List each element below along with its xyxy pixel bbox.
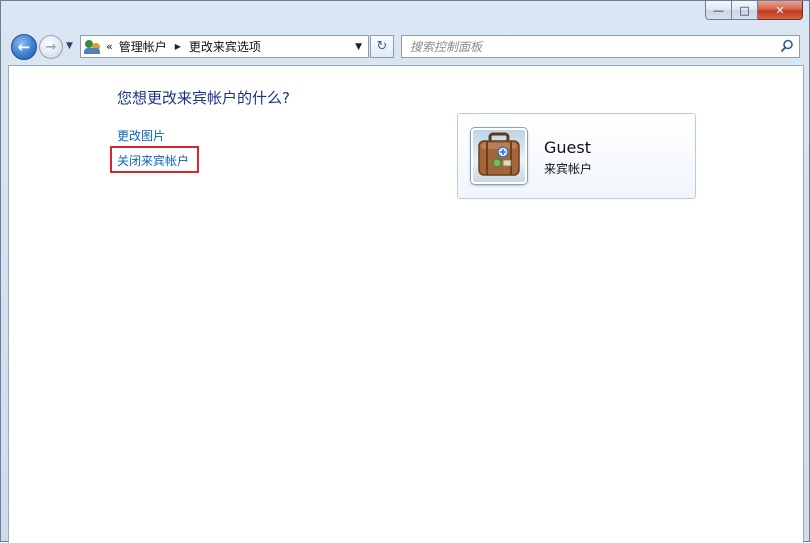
search-icon[interactable] bbox=[780, 39, 794, 53]
account-name: Guest bbox=[544, 138, 591, 157]
avatar bbox=[471, 128, 527, 184]
breadcrumb-separator-icon[interactable]: ▶ bbox=[175, 42, 181, 51]
change-picture-link[interactable]: 更改图片 bbox=[117, 127, 165, 144]
page-title: 您想更改来宾帐户的什么? bbox=[117, 89, 290, 107]
refresh-icon: ↻ bbox=[376, 39, 388, 54]
caption-buttons: — □ ✕ bbox=[705, 1, 803, 20]
navigation-bar: ← → ▼ « 管理帐户 ▶ 更改来宾选项 ▼ ↻ bbox=[1, 32, 809, 62]
forward-button[interactable]: → bbox=[39, 35, 63, 59]
maximize-button[interactable]: □ bbox=[732, 1, 758, 20]
search-box[interactable] bbox=[401, 35, 800, 58]
address-dropdown-icon[interactable]: ▼ bbox=[355, 42, 362, 52]
highlight-annotation-box bbox=[110, 146, 199, 173]
control-panel-window: — □ ✕ ← → ▼ « 管理帐户 ▶ 更改来宾选项 ▼ ↻ 搜索控制面板 您… bbox=[0, 0, 810, 543]
suitcase-icon bbox=[478, 132, 520, 176]
user-accounts-icon bbox=[84, 39, 102, 55]
content-pane: 您想更改来宾帐户的什么? 更改图片 关闭来宾帐户 Guest 来宾帐户 bbox=[8, 65, 804, 543]
close-button[interactable]: ✕ bbox=[758, 1, 803, 20]
address-bar[interactable]: « 管理帐户 ▶ 更改来宾选项 ▼ bbox=[80, 35, 369, 58]
account-type: 来宾帐户 bbox=[544, 162, 593, 176]
recent-pages-dropdown-icon[interactable]: ▼ bbox=[66, 41, 73, 51]
breadcrumb-overflow-button[interactable]: « bbox=[106, 40, 113, 53]
minimize-button[interactable]: — bbox=[705, 1, 732, 20]
breadcrumb-change-guest-options[interactable]: 更改来宾选项 bbox=[189, 38, 261, 55]
breadcrumb-manage-accounts[interactable]: 管理帐户 bbox=[119, 38, 167, 55]
refresh-button[interactable]: ↻ bbox=[370, 35, 394, 58]
back-button[interactable]: ← bbox=[11, 34, 37, 60]
search-input[interactable] bbox=[408, 36, 772, 58]
guest-account-tile: Guest 来宾帐户 bbox=[457, 113, 696, 199]
